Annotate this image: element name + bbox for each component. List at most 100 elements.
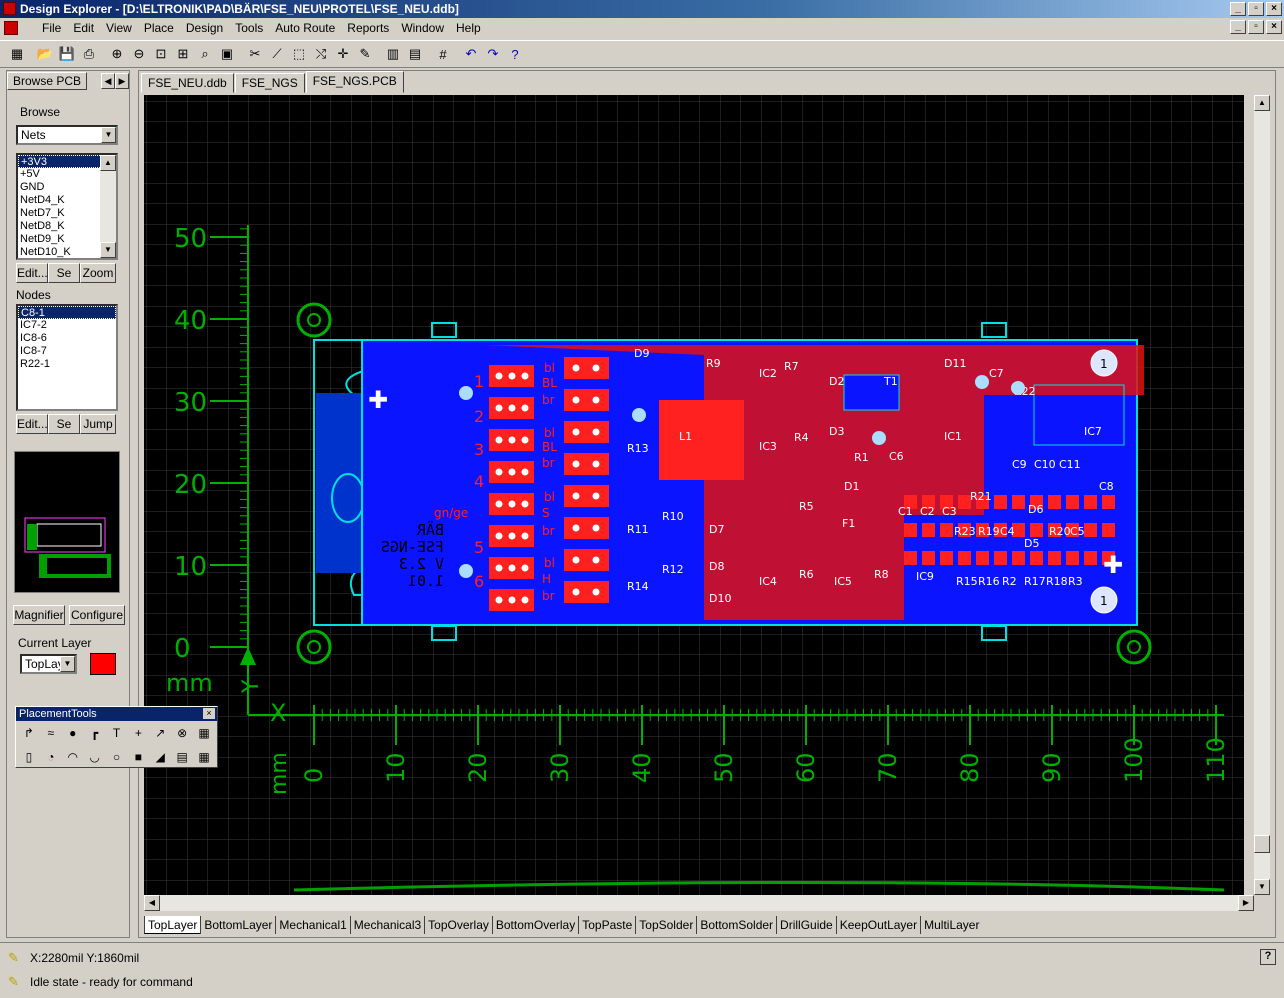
placement-tools-panel[interactable]: PlacementTools × ↱ ≈ ● ┏ T + ↗ ⊗ ▦ ▯ ◔ ◠… (15, 706, 218, 768)
component-icon[interactable]: ▤ (404, 43, 426, 65)
nets-list[interactable]: ▲ ▼ +3V3 +5V GND NetD4_K NetD7_K NetD8_K NetD9… (16, 153, 118, 260)
doc-close-button[interactable]: × (1266, 20, 1282, 34)
browse-icon[interactable]: ▣ (216, 43, 238, 65)
zoom-out-icon[interactable]: ⊖ (128, 43, 150, 65)
layer-tab-keepoutlayer[interactable]: KeepOutLayer (835, 916, 920, 934)
node-list-item[interactable]: R22-1 (18, 358, 116, 371)
redo-icon[interactable]: ↷ (482, 43, 504, 65)
doc-tab-fse-ngs[interactable]: FSE_NGS (234, 73, 305, 93)
scroll-thumb[interactable] (1254, 835, 1270, 853)
deselect-icon[interactable]: ⤭ (310, 43, 332, 65)
zoom-area-icon[interactable]: ⊞ (172, 43, 194, 65)
layer-tab-mechanical1[interactable]: Mechanical1 (275, 916, 349, 934)
jump-node-button[interactable]: Jump (80, 414, 116, 434)
circle-icon[interactable]: ○ (107, 747, 127, 767)
node-list-item[interactable]: C8-1 (18, 306, 116, 319)
pcb-canvas[interactable]: 50 40 30 20 10 0 mm Y X 0 10 20 30 40 50 60 70 80 90 100 110… (144, 95, 1244, 895)
zoom-selected-icon[interactable]: ⌕ (194, 43, 216, 65)
coordinate-icon[interactable]: + (128, 723, 148, 743)
current-layer-select[interactable]: TopLay ▼ (20, 654, 77, 674)
print-icon[interactable]: ⎙ (78, 43, 100, 65)
doc-restore-button[interactable]: ▫ (1248, 20, 1264, 34)
maximize-button[interactable]: ▫ (1248, 2, 1264, 16)
node-list-item[interactable]: IC8-7 (18, 345, 116, 358)
arc-any-icon[interactable]: ◡ (85, 747, 105, 767)
save-icon[interactable]: 💾 (56, 43, 78, 65)
close-button[interactable]: × (1266, 2, 1282, 16)
layer-tab-toplayer[interactable]: TopLayer (144, 916, 201, 934)
pad-icon[interactable]: ● (63, 723, 83, 743)
via-icon[interactable]: ┏ (85, 723, 105, 743)
component-icon[interactable]: ▯ (19, 747, 39, 767)
room-icon[interactable]: ▦ (194, 723, 214, 743)
tab-left-arrow-icon[interactable]: ◀ (101, 73, 115, 89)
select-icon[interactable]: ⬚ (288, 43, 310, 65)
layer-tab-drillguide[interactable]: DrillGuide (776, 916, 836, 934)
menu-tools[interactable]: Tools (229, 21, 269, 35)
split-plane-icon[interactable]: ▤ (172, 747, 192, 767)
scroll-up-icon[interactable]: ▲ (1254, 95, 1270, 111)
tab-right-arrow-icon[interactable]: ▶ (115, 73, 129, 89)
menu-edit[interactable]: Edit (67, 21, 100, 35)
menu-reports[interactable]: Reports (341, 21, 395, 35)
menu-file[interactable]: File (36, 21, 67, 35)
undo-icon[interactable]: ↶ (460, 43, 482, 65)
chevron-down-icon[interactable]: ▼ (101, 127, 116, 143)
close-icon[interactable]: × (203, 708, 215, 719)
doc-tab-fse-neu-ddb[interactable]: FSE_NEU.ddb (141, 73, 234, 93)
move-icon[interactable]: ✛ (332, 43, 354, 65)
scroll-down-icon[interactable]: ▼ (1254, 879, 1270, 895)
menu-view[interactable]: View (100, 21, 138, 35)
library-icon[interactable]: ▥ (382, 43, 404, 65)
cross-probe-icon[interactable]: ✎ (354, 43, 376, 65)
help-icon[interactable]: ? (504, 43, 526, 65)
menu-help[interactable]: Help (450, 21, 487, 35)
canvas-vertical-scrollbar[interactable]: ▲ ▼ (1254, 95, 1270, 895)
node-list-item[interactable]: IC8-6 (18, 332, 116, 345)
doc-tab-fse-ngs-pcb[interactable]: FSE_NGS.PCB (305, 71, 404, 93)
menu-place[interactable]: Place (138, 21, 180, 35)
scroll-up-icon[interactable]: ▲ (100, 155, 116, 171)
zoom-in-icon[interactable]: ⊕ (106, 43, 128, 65)
browse-select[interactable]: Nets ▼ (16, 125, 118, 145)
string-icon[interactable]: T (107, 723, 127, 743)
document-icon[interactable] (4, 21, 18, 35)
layer-tab-bottomlayer[interactable]: BottomLayer (200, 916, 275, 934)
layer-color-swatch[interactable] (90, 653, 116, 675)
edit-net-button[interactable]: Edit... (16, 263, 48, 283)
arc-center-icon[interactable]: ◔ (41, 747, 61, 767)
track-icon[interactable]: ↱ (19, 723, 39, 743)
help-button[interactable]: ? (1260, 949, 1276, 965)
layer-tab-mechanical3[interactable]: Mechanical3 (349, 916, 424, 934)
scroll-left-icon[interactable]: ◀ (144, 895, 160, 911)
minimize-button[interactable]: _ (1230, 2, 1246, 16)
line-icon[interactable]: ≈ (41, 723, 61, 743)
canvas-horizontal-scrollbar[interactable]: ◀ ▶ (144, 895, 1254, 911)
layer-tab-bottomsolder[interactable]: BottomSolder (696, 916, 776, 934)
menu-window[interactable]: Window (395, 21, 450, 35)
cut-icon[interactable]: ✂ (244, 43, 266, 65)
scroll-down-icon[interactable]: ▼ (100, 242, 116, 258)
nets-scrollbar[interactable]: ▲ ▼ (100, 155, 116, 258)
scroll-right-icon[interactable]: ▶ (1238, 895, 1254, 911)
configure-button[interactable]: Configure (69, 605, 125, 625)
array-icon[interactable]: ▦ (194, 747, 214, 767)
layer-tab-multilayer[interactable]: MultiLayer (920, 916, 982, 934)
open-icon[interactable]: 📂 (34, 43, 56, 65)
grid-icon[interactable]: # (432, 43, 454, 65)
origin-icon[interactable]: ⊗ (172, 723, 192, 743)
layer-tab-toppaste[interactable]: TopPaste (578, 916, 635, 934)
menu-design[interactable]: Design (180, 21, 229, 35)
paste-icon[interactable]: ⟋ (266, 43, 288, 65)
fill-icon[interactable]: ■ (128, 747, 148, 767)
magnifier-button[interactable]: Magnifier (13, 605, 65, 625)
polygon-icon[interactable]: ◢ (150, 747, 170, 767)
layer-tab-topoverlay[interactable]: TopOverlay (424, 916, 492, 934)
zoom-net-button[interactable]: Zoom (80, 263, 116, 283)
arc-edge-icon[interactable]: ◠ (63, 747, 83, 767)
edit-node-button[interactable]: Edit... (16, 414, 48, 434)
tab-browse-pcb[interactable]: Browse PCB (7, 72, 88, 90)
menu-auto-route[interactable]: Auto Route (269, 21, 341, 35)
design-manager-icon[interactable]: ▦ (6, 43, 28, 65)
node-list-item[interactable]: IC7-2 (18, 319, 116, 332)
